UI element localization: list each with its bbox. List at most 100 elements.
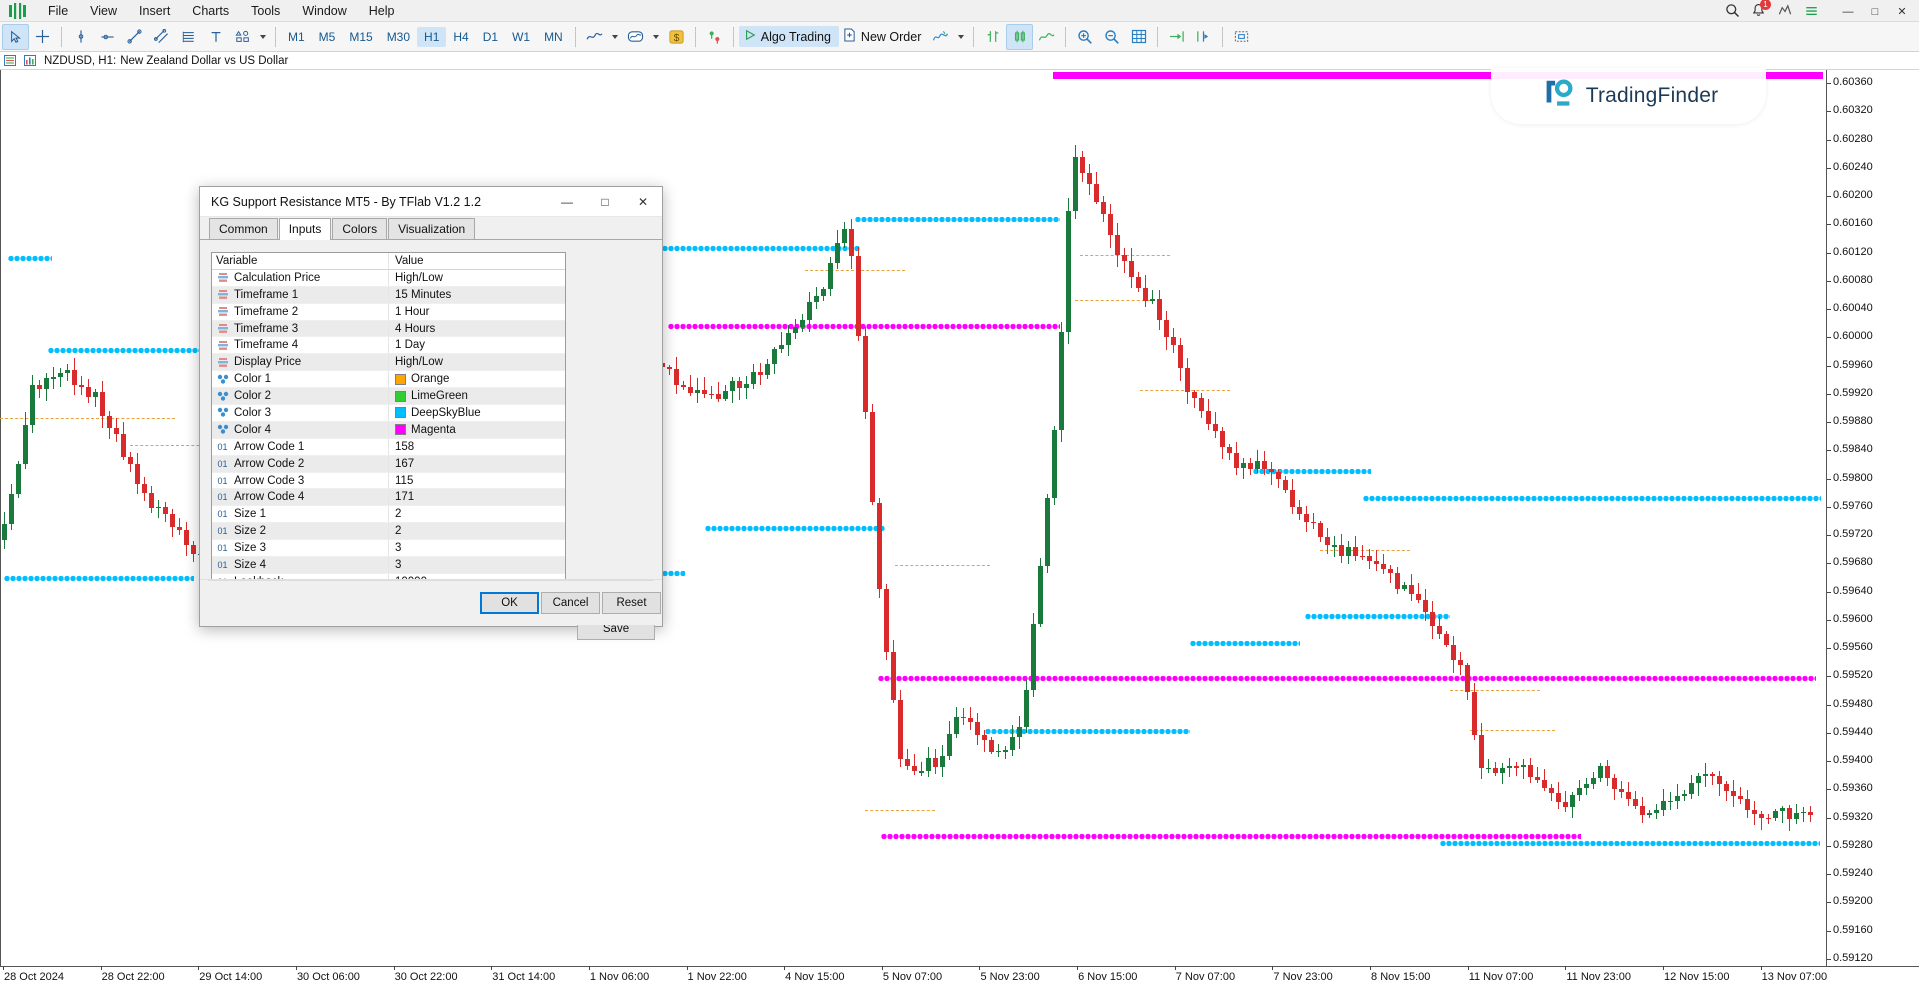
- line-chart-icon[interactable]: [581, 24, 608, 50]
- algo-trading-button[interactable]: Algo Trading: [739, 26, 839, 47]
- menu-insert[interactable]: Insert: [128, 2, 181, 20]
- timeframe-m15[interactable]: M15: [342, 27, 379, 47]
- row-value-cell[interactable]: 115: [389, 473, 565, 489]
- row-value-cell[interactable]: 3: [389, 540, 565, 556]
- inputs-grid[interactable]: Variable Value Calculation PriceHigh/Low…: [211, 252, 566, 584]
- table-row[interactable]: Timeframe 41 Day: [212, 337, 565, 354]
- timeframe-h4[interactable]: H4: [446, 27, 475, 47]
- candles-icon[interactable]: [1006, 24, 1033, 50]
- line-icon[interactable]: [1033, 24, 1060, 50]
- profile-icon[interactable]: [1777, 3, 1793, 23]
- table-row[interactable]: Color 4Magenta: [212, 422, 565, 439]
- cancel-button[interactable]: Cancel: [541, 592, 600, 614]
- table-row[interactable]: Timeframe 115 Minutes: [212, 287, 565, 304]
- timeframe-mn[interactable]: MN: [537, 27, 570, 47]
- notification-bell-icon[interactable]: 1: [1751, 3, 1766, 23]
- reset-button[interactable]: Reset: [602, 592, 661, 614]
- dialog-minimize-button[interactable]: —: [548, 187, 586, 216]
- row-value-cell[interactable]: LimeGreen: [389, 388, 565, 404]
- table-row[interactable]: Timeframe 34 Hours: [212, 321, 565, 338]
- row-value-cell[interactable]: Magenta: [389, 422, 565, 438]
- row-value-cell[interactable]: DeepSkyBlue: [389, 405, 565, 421]
- cursor-icon[interactable]: [2, 24, 29, 50]
- bar-chart-icon[interactable]: [622, 24, 649, 50]
- trendline-icon[interactable]: [121, 24, 148, 50]
- timeframe-w1[interactable]: W1: [505, 27, 537, 47]
- bar-chart-dropdown-caret-icon[interactable]: [653, 35, 659, 39]
- dollar-icon[interactable]: $: [663, 24, 690, 50]
- text-label-icon[interactable]: [202, 24, 229, 50]
- table-row[interactable]: Color 3DeepSkyBlue: [212, 405, 565, 422]
- menu-view[interactable]: View: [79, 2, 128, 20]
- indicators-icon[interactable]: [701, 24, 728, 50]
- table-row[interactable]: 01Arrow Code 2167: [212, 456, 565, 473]
- row-value-cell[interactable]: 2: [389, 506, 565, 522]
- row-value-cell[interactable]: High/Low: [389, 354, 565, 370]
- horizontal-line-icon[interactable]: [94, 24, 121, 50]
- table-row[interactable]: Display PriceHigh/Low: [212, 354, 565, 371]
- shapes-icon[interactable]: [229, 24, 256, 50]
- menu-window[interactable]: Window: [291, 2, 357, 20]
- timeframe-h1[interactable]: H1: [417, 27, 446, 47]
- table-row[interactable]: 01Size 12: [212, 506, 565, 523]
- zoom-in-icon[interactable]: [1071, 24, 1098, 50]
- search-icon[interactable]: [1725, 3, 1740, 23]
- row-value-cell[interactable]: 167: [389, 456, 565, 472]
- row-value-cell[interactable]: 171: [389, 489, 565, 505]
- ok-button[interactable]: OK: [480, 592, 539, 614]
- grid-icon[interactable]: [1125, 24, 1152, 50]
- dialog-title-bar[interactable]: KG Support Resistance MT5 - By TFlab V1.…: [200, 187, 662, 217]
- row-value-cell[interactable]: 4 Hours: [389, 321, 565, 337]
- bar-chart-toggle-icon[interactable]: [979, 24, 1006, 50]
- crosshair-icon[interactable]: [29, 24, 56, 50]
- row-value-cell[interactable]: 1 Hour: [389, 304, 565, 320]
- time-axis[interactable]: 28 Oct 202428 Oct 22:0029 Oct 14:0030 Oc…: [0, 966, 1919, 996]
- row-value-cell[interactable]: 1 Day: [389, 337, 565, 353]
- window-maximize-button[interactable]: □: [1862, 3, 1888, 20]
- table-row[interactable]: 01Size 33: [212, 540, 565, 557]
- table-row[interactable]: 01Size 22: [212, 523, 565, 540]
- hamburger-menu-icon[interactable]: [1804, 4, 1819, 23]
- price-axis[interactable]: 0.603600.603200.602800.602400.602000.601…: [1826, 70, 1919, 966]
- shapes-dropdown-caret-icon[interactable]: [260, 35, 266, 39]
- window-minimize-button[interactable]: —: [1835, 3, 1861, 20]
- row-value-cell[interactable]: 2: [389, 523, 565, 539]
- autoscroll-icon[interactable]: [1163, 24, 1190, 50]
- fibonacci-icon[interactable]: [175, 24, 202, 50]
- dialog-close-button[interactable]: ✕: [624, 187, 662, 216]
- line-chart-dropdown-caret-icon[interactable]: [612, 35, 618, 39]
- dialog-maximize-button[interactable]: □: [586, 187, 624, 216]
- vertical-line-icon[interactable]: [67, 24, 94, 50]
- indicators-dropdown-caret-icon[interactable]: [958, 35, 964, 39]
- table-row[interactable]: 01Arrow Code 3115: [212, 473, 565, 490]
- objects-icon[interactable]: [1228, 24, 1255, 50]
- tab-colors[interactable]: Colors: [332, 218, 387, 239]
- row-value-cell[interactable]: 158: [389, 439, 565, 455]
- table-row[interactable]: Timeframe 21 Hour: [212, 304, 565, 321]
- menu-help[interactable]: Help: [358, 2, 406, 20]
- new-order-button[interactable]: New Order: [839, 25, 927, 48]
- data-window-icon[interactable]: [23, 54, 37, 67]
- row-value-cell[interactable]: Orange: [389, 371, 565, 387]
- menu-charts[interactable]: Charts: [181, 2, 240, 20]
- menu-tools[interactable]: Tools: [240, 2, 291, 20]
- zoom-out-icon[interactable]: [1098, 24, 1125, 50]
- table-row[interactable]: Calculation PriceHigh/Low: [212, 270, 565, 287]
- table-row[interactable]: 01Arrow Code 4171: [212, 489, 565, 506]
- row-value-cell[interactable]: 3: [389, 557, 565, 573]
- chart-shift-icon[interactable]: [1190, 24, 1217, 50]
- table-row[interactable]: Color 2LimeGreen: [212, 388, 565, 405]
- table-row[interactable]: 01Arrow Code 1158: [212, 439, 565, 456]
- table-row[interactable]: 01Size 43: [212, 557, 565, 574]
- timeframe-m5[interactable]: M5: [312, 27, 343, 47]
- tab-inputs[interactable]: Inputs: [279, 218, 332, 240]
- menu-file[interactable]: File: [37, 2, 79, 20]
- indicators-list-icon[interactable]: [927, 24, 954, 50]
- row-value-cell[interactable]: High/Low: [389, 270, 565, 286]
- timeframe-m1[interactable]: M1: [281, 27, 312, 47]
- market-watch-icon[interactable]: [3, 54, 17, 67]
- timeframe-d1[interactable]: D1: [476, 27, 505, 47]
- window-close-button[interactable]: ✕: [1889, 3, 1915, 20]
- tab-common[interactable]: Common: [209, 218, 278, 239]
- tab-visualization[interactable]: Visualization: [388, 218, 475, 239]
